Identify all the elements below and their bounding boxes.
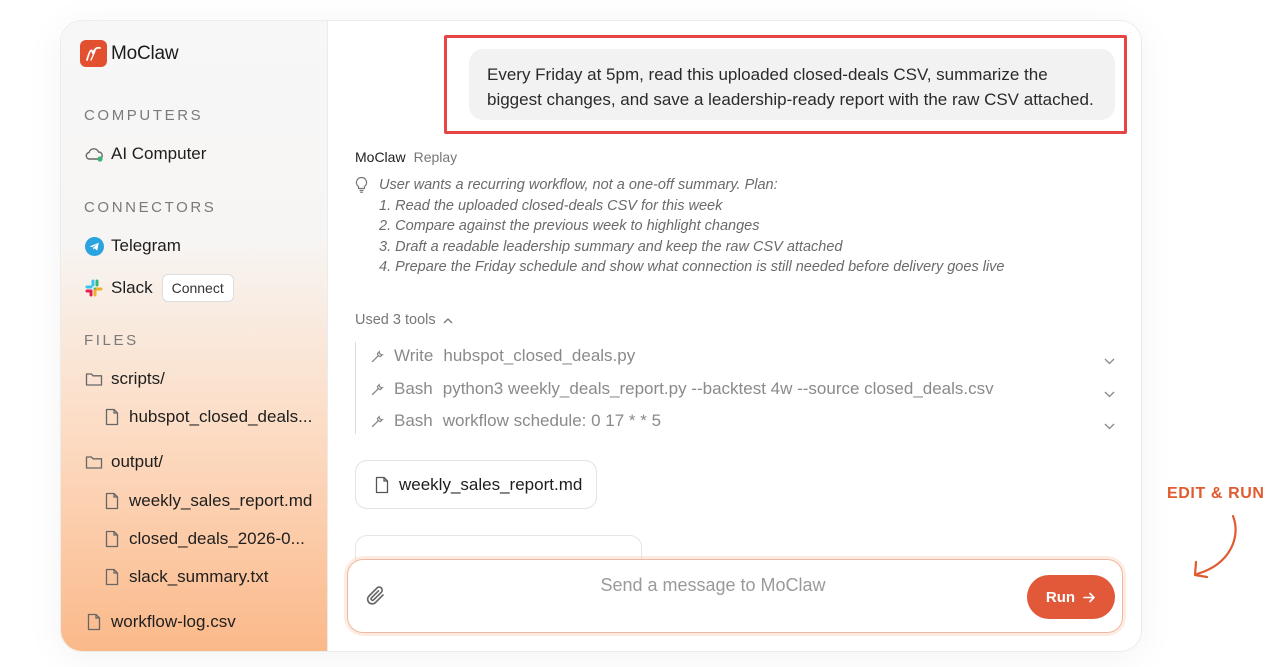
files-heading: FILES (84, 332, 139, 349)
tool-arg: workflow schedule: 0 17 * * 5 (442, 411, 662, 430)
wrench-icon (371, 414, 385, 428)
tool-arg: hubspot_closed_deals.py (443, 346, 636, 365)
thought-line: 3. Draft a readable leadership summary a… (379, 238, 843, 255)
file-tree-item-scripts[interactable]: scripts/ (84, 369, 165, 389)
file-tree-label: hubspot_closed_deals... (129, 407, 313, 426)
folder-icon (84, 452, 104, 472)
computers-heading: COMPUTERS (84, 107, 204, 124)
thought-text: User wants a recurring workflow, not a o… (379, 175, 1004, 278)
edit-run-callout: EDIT & RUN (1167, 485, 1265, 502)
app-window: MoClaw COMPUTERS AI Computer CONNECTORS … (60, 20, 1142, 652)
assistant-header: MoClaw Replay (355, 149, 457, 165)
file-icon (102, 567, 122, 587)
app-name: MoClaw (111, 42, 179, 64)
chat-panel: Every Friday at 5pm, read this uploaded … (328, 21, 1141, 651)
file-tree-item-workflow-log[interactable]: workflow-log.csv (84, 612, 236, 632)
file-icon (84, 612, 104, 632)
file-tree-label: workflow-log.csv (111, 612, 236, 631)
chevron-up-icon (443, 312, 453, 328)
sidebar-item-ai-computer[interactable]: AI Computer (84, 144, 206, 164)
used-tools-label: Used 3 tools (355, 312, 436, 328)
curved-arrow-icon (1185, 512, 1245, 587)
cloud-icon (84, 144, 104, 164)
tool-call-row[interactable]: Write hubspot_closed_deals.py (371, 344, 1115, 368)
replay-link[interactable]: Replay (414, 149, 458, 165)
attachment-card[interactable]: weekly_sales_report.md (355, 460, 597, 509)
thought-block: User wants a recurring workflow, not a o… (355, 175, 1004, 278)
sidebar-item-slack[interactable]: Slack Connect (84, 274, 234, 302)
file-tree-label: slack_summary.txt (129, 567, 269, 586)
sidebar-item-telegram[interactable]: Telegram (84, 236, 181, 256)
file-icon (375, 476, 389, 494)
assistant-name: MoClaw (355, 149, 406, 165)
tool-call-row[interactable]: Bash workflow schedule: 0 17 * * 5 (371, 409, 1115, 433)
file-icon (102, 407, 122, 427)
used-tools-toggle[interactable]: Used 3 tools (355, 312, 453, 328)
run-button[interactable]: Run (1027, 575, 1115, 619)
folder-icon (84, 369, 104, 389)
sidebar-item-label: Slack (111, 278, 153, 297)
thought-line: 2. Compare against the previous week to … (379, 218, 760, 234)
slack-icon (84, 278, 104, 298)
file-tree-label: closed_deals_2026-0... (129, 529, 305, 548)
file-tree-label: scripts/ (111, 369, 165, 388)
thought-line: 1. Read the uploaded closed-deals CSV fo… (379, 197, 723, 214)
chevron-down-icon (1104, 383, 1115, 403)
logo[interactable]: MoClaw (80, 40, 179, 67)
file-tree-item-output[interactable]: output/ (84, 452, 163, 472)
tool-arg: python3 weekly_deals_report.py --backtes… (442, 379, 994, 398)
run-button-label: Run (1045, 588, 1076, 606)
slack-connect-button[interactable]: Connect (161, 274, 234, 302)
wrench-icon (371, 382, 385, 396)
tool-call-row[interactable]: Bash python3 weekly_deals_report.py --ba… (371, 377, 1115, 401)
file-tree-item-weekly-sales-report[interactable]: weekly_sales_report.md (102, 491, 312, 511)
moclaw-logo-icon (80, 40, 107, 67)
sidebar-item-label: AI Computer (111, 144, 207, 163)
thought-line: 4. Prepare the Friday schedule and show … (379, 259, 1005, 275)
telegram-icon (84, 236, 104, 256)
tool-calls-list: Write hubspot_closed_deals.py Bash pytho… (355, 342, 1115, 434)
tool-verb: Write (394, 346, 434, 365)
highlight-box (444, 35, 1127, 134)
file-icon (102, 529, 122, 549)
file-tree-item-slack-summary[interactable]: slack_summary.txt (102, 567, 269, 587)
file-tree-item-closed-deals[interactable]: closed_deals_2026-0... (102, 529, 305, 549)
tool-verb: Bash (394, 411, 433, 430)
file-icon (102, 491, 122, 511)
sidebar: MoClaw COMPUTERS AI Computer CONNECTORS … (61, 21, 328, 651)
file-tree-label: output/ (111, 452, 163, 471)
file-tree-label: weekly_sales_report.md (129, 491, 313, 510)
message-input[interactable] (408, 570, 1018, 600)
message-composer: Run (347, 559, 1123, 633)
file-tree-item-hubspot-closed-deals[interactable]: hubspot_closed_deals... (102, 407, 312, 427)
connectors-heading: CONNECTORS (84, 199, 217, 216)
lightbulb-icon (355, 176, 373, 278)
attachment-name: weekly_sales_report.md (399, 474, 583, 494)
chevron-down-icon (1104, 350, 1115, 370)
tool-verb: Bash (394, 379, 433, 398)
thought-line: User wants a recurring workflow, not a o… (379, 177, 778, 193)
sidebar-item-label: Telegram (111, 236, 181, 255)
wrench-icon (371, 349, 385, 363)
paperclip-icon[interactable] (365, 584, 387, 613)
arrow-right-icon (1083, 592, 1096, 603)
chevron-down-icon (1104, 415, 1115, 435)
